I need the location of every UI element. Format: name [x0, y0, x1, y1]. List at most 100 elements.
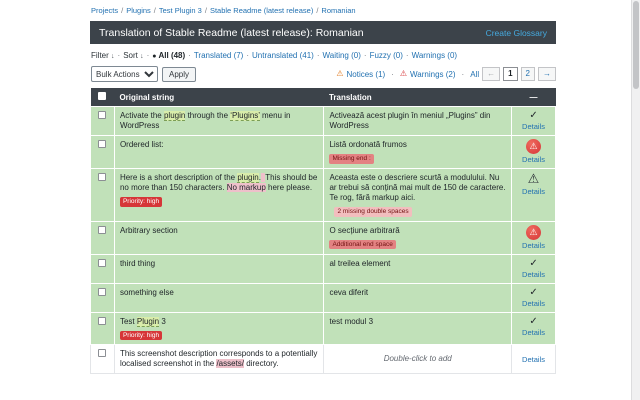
filter-label: Filter: [91, 51, 109, 60]
row-checkbox-cell: [90, 311, 115, 345]
row-checkbox[interactable]: [98, 140, 107, 148]
table-row[interactable]: This screenshot description corresponds …: [90, 344, 556, 374]
details-link[interactable]: Details: [514, 241, 553, 251]
warning-badge: Additional end space: [329, 239, 396, 249]
row-checkbox[interactable]: [98, 225, 107, 234]
scrollbar-thumb[interactable]: [633, 1, 639, 89]
filter-bar: Filter ↓ · Sort ↓ · ● All (48) · Translated (7)…: [90, 44, 556, 64]
table-row[interactable]: Activate the plugin through the ‘Plugins…: [90, 106, 556, 136]
warning-badge-line: 2 missing double spaces: [329, 206, 506, 217]
notices-link[interactable]: Notices (1): [347, 70, 386, 79]
all-pages-link[interactable]: All: [470, 70, 479, 79]
table-row[interactable]: Arbitrary section O secțiune arbitrară A…: [90, 220, 556, 255]
table-row[interactable]: something else ceva diferit ✓ Details: [90, 282, 556, 313]
warning-badge-line: Missing end :: [329, 153, 506, 164]
row-checkbox[interactable]: [98, 258, 107, 267]
row-checkbox-cell: [90, 282, 115, 313]
details-link[interactable]: Details: [514, 270, 553, 280]
warning-error-icon: ⚠: [526, 139, 541, 154]
sort-toggle[interactable]: Sort ↓: [123, 51, 143, 60]
create-glossary-link[interactable]: Create Glossary: [486, 28, 547, 38]
details-link[interactable]: Details: [514, 187, 553, 197]
status-cell: ⚠ Details: [511, 220, 556, 255]
pagination-next[interactable]: →: [538, 67, 556, 81]
bulk-actions-bar: Bulk Actions Apply ⚠ Notices (1) · ⚠ War…: [90, 64, 556, 88]
original-cell: Activate the plugin through the ‘Plugins…: [113, 106, 325, 136]
row-checkbox[interactable]: [98, 111, 107, 119]
warnings-link[interactable]: Warnings (2): [410, 70, 456, 79]
translation-text: Activează acest plugin în meniul „Plugin…: [329, 111, 491, 130]
filter-tab-waiting[interactable]: Waiting (0): [323, 51, 361, 60]
row-checkbox-cell: [90, 344, 115, 374]
glossary-term[interactable]: ‘Plugins’: [230, 111, 260, 121]
priority-badge: Priority: high: [119, 197, 163, 207]
status-cell: ✓ Details: [511, 106, 556, 136]
chevron-down-icon: ↓: [140, 53, 144, 60]
breadcrumb-link-projects[interactable]: Projects: [91, 6, 118, 15]
details-link[interactable]: Details: [514, 355, 553, 365]
table-row[interactable]: Test Plugin 3 Priority: high test modul …: [90, 311, 556, 345]
table-row[interactable]: Ordered list: Listă ordonată frumos Miss…: [90, 135, 556, 169]
column-header-original: Original string: [114, 88, 324, 107]
original-text: Ordered list:: [119, 140, 164, 149]
filter-tab-translated[interactable]: Translated (7): [194, 51, 244, 60]
status-cell: Details: [511, 344, 556, 374]
pagination-page-1[interactable]: 1: [503, 67, 518, 81]
pagination-page-2[interactable]: 2: [520, 67, 535, 81]
apply-button[interactable]: Apply: [162, 66, 197, 82]
filter-tab-all[interactable]: All (48): [159, 51, 186, 60]
filter-toggle[interactable]: Filter ↓: [91, 51, 115, 60]
warning-glyph: ⚠: [529, 226, 538, 237]
translation-cell[interactable]: Double-click to add: [323, 344, 513, 374]
filter-tab-untranslated[interactable]: Untranslated (41): [252, 51, 314, 60]
column-header-translation: Translation: [323, 88, 512, 107]
separator: ·: [363, 51, 367, 60]
row-checkbox[interactable]: [98, 349, 107, 357]
breadcrumb-link-plugins[interactable]: Plugins: [126, 6, 151, 15]
row-checkbox[interactable]: [98, 316, 107, 325]
details-link[interactable]: Details: [514, 122, 553, 132]
select-all-checkbox[interactable]: [98, 92, 107, 100]
translation-text: test modul 3: [329, 316, 374, 326]
priority-badge-line: Priority: high: [119, 330, 319, 340]
page-header: Translation of Stable Readme (latest rel…: [90, 21, 556, 44]
breadcrumb-link-stable-readme[interactable]: Stable Readme (latest release): [210, 6, 313, 15]
original-text: Test: [119, 316, 137, 326]
breadcrumb: Projects / Plugins / Test Plugin 3/Stable Re…: [90, 0, 556, 21]
translations-table: Original string Translation — Activate t…: [90, 88, 556, 374]
table-row[interactable]: third thing al treilea element ✓ Details: [90, 253, 556, 284]
bulk-actions-select[interactable]: Bulk Actions: [91, 66, 158, 82]
breadcrumb-link-test-plugin-3[interactable]: Test Plugin 3: [159, 6, 202, 15]
column-header-actions: —: [511, 88, 556, 107]
glossary-term[interactable]: plugin: [237, 173, 259, 183]
separator: ·: [316, 51, 320, 60]
filter-tab-fuzzy[interactable]: Fuzzy (0): [370, 51, 403, 60]
original-text: through the: [185, 111, 231, 120]
original-cell: This screenshot description corresponds …: [113, 344, 325, 374]
translation-placeholder[interactable]: Double-click to add: [329, 354, 506, 364]
row-checkbox[interactable]: [98, 173, 107, 181]
table-header-row: Original string Translation —: [90, 88, 556, 107]
original-text: Activate the: [119, 111, 164, 120]
details-link[interactable]: Details: [514, 299, 553, 309]
scrollbar[interactable]: [631, 0, 640, 400]
row-checkbox[interactable]: [98, 287, 107, 296]
translation-text: O secțiune arbitrară: [329, 225, 400, 235]
warning-badge: 2 missing double spaces: [334, 207, 412, 217]
original-cell: Here is a short description of the plugi…: [113, 168, 325, 222]
glossary-term[interactable]: plugin: [163, 111, 186, 121]
translation-cell: al treilea element: [323, 253, 513, 284]
pagination-prev[interactable]: ←: [482, 67, 501, 81]
breadcrumb-link-romanian[interactable]: Romanian: [321, 6, 355, 15]
status-cell: ✓ Details: [511, 253, 556, 284]
separator: ·: [461, 69, 465, 79]
glossary-term[interactable]: Plugin: [136, 316, 160, 327]
separator: ·: [246, 51, 250, 60]
details-link[interactable]: Details: [514, 328, 553, 338]
details-link[interactable]: Details: [514, 155, 553, 165]
status-cell: ✓ Details: [511, 282, 556, 313]
status-cell: ⚠ Details: [511, 135, 556, 169]
sort-label: Sort: [123, 51, 138, 60]
table-row[interactable]: Here is a short description of the plugi…: [90, 168, 556, 222]
filter-tab-warnings[interactable]: Warnings (0): [412, 51, 458, 60]
